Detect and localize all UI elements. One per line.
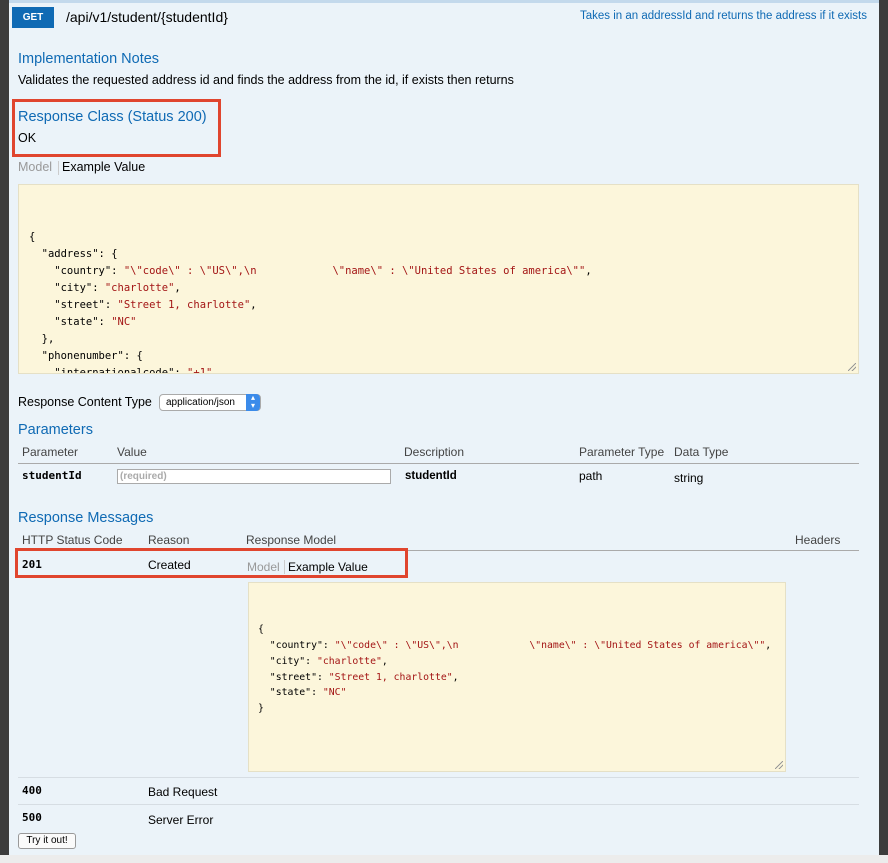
reason-server-error: Server Error	[148, 813, 214, 827]
parameters-title: Parameters	[18, 422, 93, 438]
example-code-line: "address": {	[29, 248, 118, 260]
param-header-datatype: Data Type	[674, 445, 729, 459]
operation-summary[interactable]: Takes in an addressId and returns the ad…	[580, 10, 867, 22]
content-type-select[interactable]: application/json ▴ ▾	[159, 394, 261, 411]
studentId-input[interactable]: (required)	[117, 469, 391, 484]
example-code-201-line: "country": "\"code\" : \"US\",\n \"name\…	[258, 640, 772, 652]
param-description: studentId	[405, 470, 457, 482]
param-name: studentId	[22, 469, 82, 482]
param-data-type: string	[674, 471, 704, 485]
content-type-value: application/json	[166, 397, 235, 408]
tab-model[interactable]: Model	[18, 160, 52, 174]
select-arrows-icon: ▴ ▾	[246, 394, 260, 411]
resp-header-status: HTTP Status Code	[22, 533, 123, 547]
param-type: path	[579, 469, 603, 483]
example-code-line: "phonenumber": {	[29, 350, 143, 362]
resp-header-headers: Headers	[795, 533, 841, 547]
studentId-placeholder: (required)	[120, 471, 167, 482]
status-code-500: 500	[22, 811, 42, 824]
status-code-400: 400	[22, 784, 42, 797]
example-code-line: {	[29, 231, 36, 243]
response-class-example[interactable]: { "address": { "country": "\"code\" : \"…	[18, 184, 859, 374]
param-header-parameter: Parameter	[22, 445, 79, 459]
param-header-type: Parameter Type	[579, 445, 665, 459]
row-rule	[18, 804, 859, 805]
highlight-box-response-class	[12, 99, 221, 157]
example-code-line: "internationalcode": "+1",	[29, 367, 219, 374]
param-header-value: Value	[117, 445, 147, 459]
response-201-example[interactable]: { "country": "\"code\" : \"US\",\n \"nam…	[248, 582, 786, 772]
tab-divider	[58, 161, 59, 175]
example-code-line: "country": "\"code\" : \"US\",\n \"name\…	[29, 265, 592, 277]
example-code-201-line: }	[258, 702, 264, 714]
example-code-line: },	[29, 333, 55, 345]
response-content-type-label: Response Content Type	[18, 395, 152, 409]
response-messages-title: Response Messages	[18, 510, 154, 526]
example-code-201-line: "street": "Street 1, charlotte",	[258, 671, 459, 683]
example-code-line: "street": "Street 1, charlotte",	[29, 299, 257, 311]
example-code-201-body: { "country": "\"code\" : \"US\",\n \"nam…	[258, 622, 785, 716]
highlight-box-201	[15, 548, 408, 578]
resp-header-model: Response Model	[246, 533, 337, 547]
try-it-out-button[interactable]: Try it out!	[18, 833, 76, 849]
example-code-line: "city": "charlotte",	[29, 282, 181, 294]
endpoint-path[interactable]: /api/v1/student/{studentId}	[66, 9, 228, 25]
example-code-201-line: "city": "charlotte",	[258, 655, 388, 667]
resize-handle-icon[interactable]	[848, 363, 856, 371]
operation-panel: GET /api/v1/student/{studentId} Takes in…	[9, 0, 879, 855]
row-rule	[18, 777, 859, 778]
http-method-badge: GET	[12, 7, 54, 28]
example-code-201-line: "state": "NC"	[258, 687, 347, 699]
resize-handle-icon[interactable]	[775, 761, 783, 769]
example-code-line: "state": "NC"	[29, 316, 137, 328]
example-code-201-line: {	[258, 624, 264, 636]
tab-example-value[interactable]: Example Value	[62, 160, 145, 174]
operation-header[interactable]: GET /api/v1/student/{studentId} Takes in…	[9, 3, 879, 30]
window-bottom-edge	[0, 855, 888, 863]
implementation-notes-title: Implementation Notes	[18, 51, 160, 67]
implementation-notes-text: Validates the requested address id and f…	[18, 73, 514, 87]
example-code-body: { "address": { "country": "\"code\" : \"…	[29, 229, 858, 374]
param-header-description: Description	[404, 445, 465, 459]
reason-bad-request: Bad Request	[148, 785, 218, 799]
param-header-rule	[18, 463, 859, 464]
resp-header-reason: Reason	[148, 533, 190, 547]
